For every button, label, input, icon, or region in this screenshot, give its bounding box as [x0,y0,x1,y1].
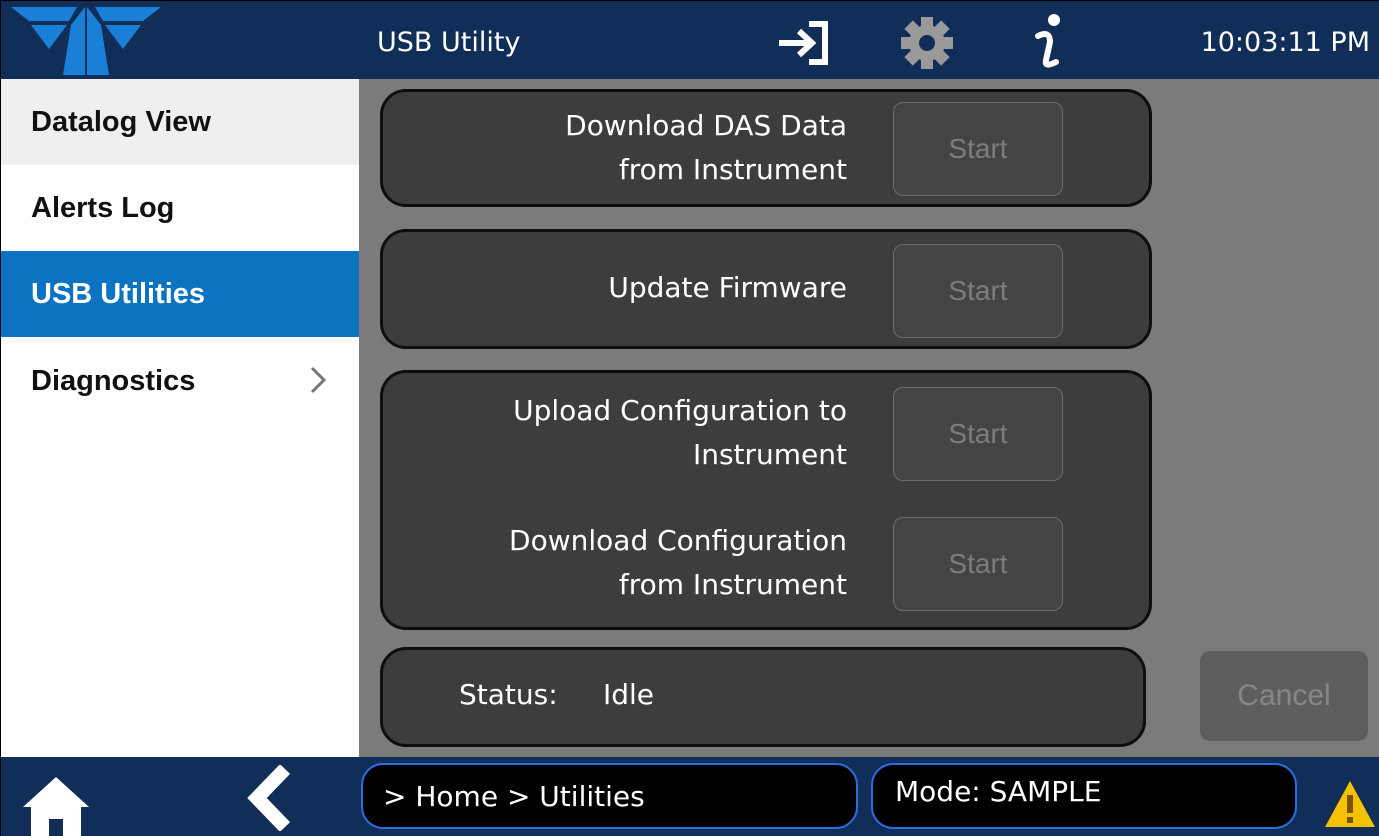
sidebar-item-label: USB Utilities [31,277,206,310]
sidebar-item-usb-utilities[interactable]: USB Utilities [1,251,359,337]
app-frame: USB Utility 10:03:11 PM Datalog View Ale… [0,0,1379,836]
update-firmware-panel: Update Firmware Start [380,229,1152,349]
back-icon[interactable] [245,765,295,831]
status-value: Idle [603,678,655,711]
top-bar: USB Utility 10:03:11 PM [1,1,1379,87]
sidebar: Datalog View Alerts Log USB Utilities Di… [1,79,359,757]
configuration-panel: Upload Configuration to Instrument Start… [380,370,1152,630]
home-icon[interactable] [21,775,91,836]
cancel-button[interactable]: Cancel [1200,651,1368,741]
update-firmware-start-button[interactable]: Start [893,244,1063,338]
logo-icon [11,7,161,75]
warning-icon[interactable] [1323,779,1377,829]
login-icon[interactable] [773,15,833,71]
page-title: USB Utility [377,27,521,58]
sidebar-item-label: Alerts Log [31,191,175,224]
sidebar-item-alerts-log[interactable]: Alerts Log [1,165,359,251]
status-label: Status: [459,678,558,711]
sidebar-item-datalog-view[interactable]: Datalog View [1,79,359,165]
download-das-start-button[interactable]: Start [893,102,1063,196]
download-das-label: Download DAS Data from Instrument [565,109,847,186]
sidebar-item-label: Diagnostics [31,365,196,397]
status-panel: Status: Idle [380,647,1146,747]
download-config-start-button[interactable]: Start [893,517,1063,611]
mode-indicator: Mode: SAMPLE [871,763,1297,829]
update-firmware-label: Update Firmware [608,271,847,304]
upload-config-label: Upload Configuration to Instrument [513,394,847,471]
upload-config-start-button[interactable]: Start [893,387,1063,481]
download-das-panel: Download DAS Data from Instrument Start [380,89,1152,207]
clock: 10:03:11 PM [1200,27,1370,58]
sidebar-item-diagnostics[interactable]: Diagnostics [1,337,359,423]
sidebar-item-label: Datalog View [31,105,211,138]
chevron-right-icon [310,366,327,394]
gear-icon[interactable] [891,15,963,71]
info-icon[interactable] [1023,14,1073,71]
download-config-label: Download Configuration from Instrument [509,524,847,601]
bottom-bar: > Home > Utilities Mode: SAMPLE [1,757,1379,836]
breadcrumb[interactable]: > Home > Utilities [361,763,858,829]
main-content: Download DAS Data from Instrument Start … [359,79,1379,757]
